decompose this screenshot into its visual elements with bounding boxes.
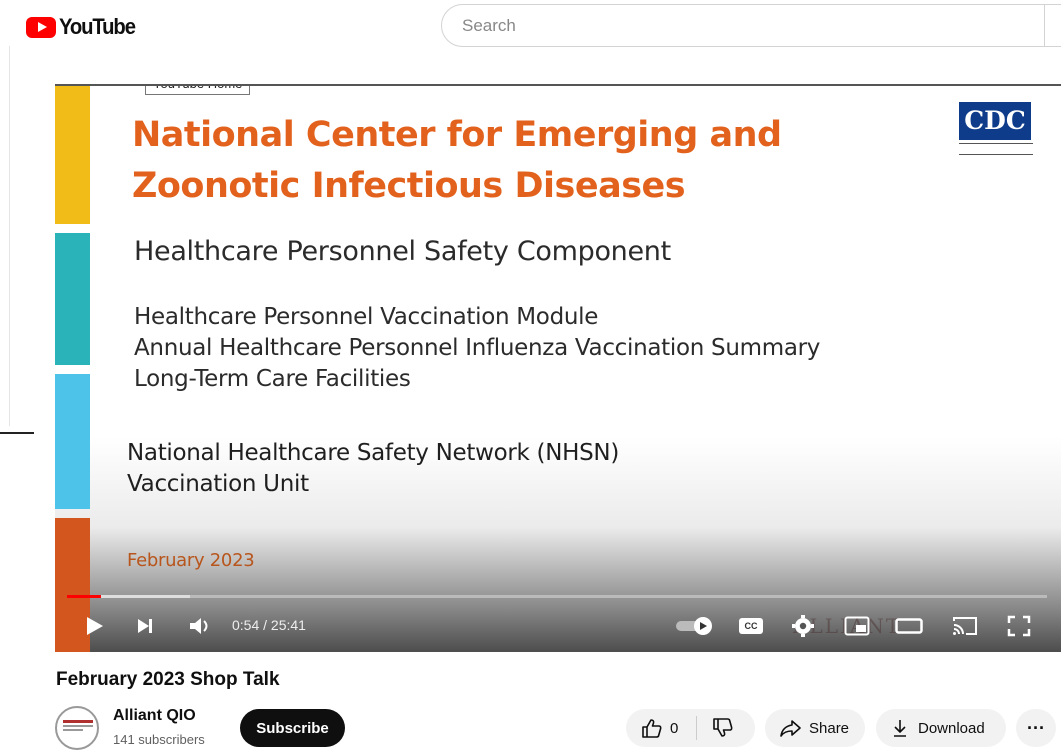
download-icon: [894, 720, 906, 737]
autoplay-toggle-icon: [676, 617, 712, 635]
download-label: Download: [918, 719, 985, 737]
progress-bar[interactable]: [67, 595, 1047, 598]
slide-network-line-1: National Healthcare Safety Network (NHSN…: [127, 440, 620, 466]
youtube-logo-icon: [26, 16, 56, 38]
slide-date: February 2023: [127, 550, 255, 571]
miniplayer-button[interactable]: [837, 606, 877, 646]
video-frame: National Center for Emerging and Zoonoti…: [55, 86, 1061, 652]
slide-title-line-1: National Center for Emerging and: [132, 115, 782, 155]
volume-button[interactable]: [181, 606, 219, 646]
slide-module-line-1: Healthcare Personnel Vaccination Module: [134, 304, 599, 330]
youtube-home-tooltip: YouTube Home: [145, 86, 251, 95]
player-controls: 0:54 / 25:41 CC: [55, 606, 1061, 646]
thumbs-up-icon: [642, 719, 662, 738]
download-button[interactable]: Download: [876, 709, 1006, 747]
slide-title: National Center for Emerging and Zoonoti…: [132, 110, 892, 212]
slide-bar-yellow: [55, 86, 90, 224]
slide-bar-blue: [55, 374, 90, 509]
slide-module: Healthcare Personnel Vaccination Module …: [134, 302, 820, 395]
dislike-button[interactable]: [697, 717, 733, 739]
next-icon: [138, 619, 152, 633]
settings-icon: [792, 615, 814, 637]
miniplayer-icon: [844, 616, 870, 636]
like-dislike-group: 0: [626, 709, 755, 747]
autoplay-toggle[interactable]: [671, 606, 719, 646]
search-divider: [1044, 4, 1045, 47]
next-button[interactable]: [127, 606, 163, 646]
like-button[interactable]: 0: [626, 717, 696, 739]
youtube-logo[interactable]: YouTube: [26, 14, 141, 40]
slide-module-line-3: Long-Term Care Facilities: [134, 366, 411, 392]
thumbs-down-icon: [713, 718, 733, 737]
like-count: 0: [670, 719, 679, 737]
slide-bar-teal: [55, 233, 90, 365]
cdc-logo: CDC: [959, 102, 1033, 155]
captions-icon: CC: [739, 618, 763, 634]
play-icon: [87, 617, 103, 635]
share-button[interactable]: Share: [765, 709, 865, 747]
search-box[interactable]: [441, 4, 1061, 47]
video-player[interactable]: National Center for Emerging and Zoonoti…: [55, 84, 1061, 652]
youtube-logo-text: YouTube: [59, 14, 136, 39]
theater-icon: [895, 618, 923, 634]
settings-button[interactable]: [783, 606, 823, 646]
more-actions-button[interactable]: ···: [1016, 709, 1056, 747]
cdc-logo-mark: CDC: [959, 102, 1031, 140]
fullscreen-icon: [1007, 615, 1031, 637]
channel-avatar-logo: [63, 720, 93, 734]
fullscreen-button[interactable]: [999, 606, 1039, 646]
channel-avatar[interactable]: [55, 706, 99, 750]
slide-component: Healthcare Personnel Safety Component: [134, 236, 671, 267]
theater-mode-button[interactable]: [889, 606, 929, 646]
cast-button[interactable]: [945, 606, 985, 646]
slide-network-line-2: Vaccination Unit: [127, 471, 309, 497]
slide-color-bars: [55, 86, 90, 652]
video-title: February 2023 Shop Talk: [56, 669, 280, 690]
share-label: Share: [809, 719, 850, 737]
subscribe-button[interactable]: Subscribe: [240, 709, 345, 747]
more-icon: ···: [1027, 717, 1045, 738]
page-edge-line: [9, 46, 10, 426]
slide-module-line-2: Annual Healthcare Personnel Influenza Va…: [134, 335, 821, 361]
channel-name[interactable]: Alliant QIO: [113, 707, 196, 725]
slide-title-line-2: Zoonotic Infectious Diseases: [132, 166, 686, 206]
page-edge-tick: [0, 432, 34, 434]
time-display: 0:54 / 25:41: [232, 617, 306, 633]
share-icon: [780, 720, 801, 737]
slide-network: National Healthcare Safety Network (NHSN…: [127, 438, 619, 500]
progress-played: [67, 595, 102, 598]
volume-icon: [190, 618, 208, 634]
cast-icon: [953, 617, 977, 635]
cdc-logo-tagline: [959, 143, 1033, 155]
search-input[interactable]: [460, 14, 1024, 37]
captions-button[interactable]: CC: [731, 606, 771, 646]
play-button[interactable]: [75, 606, 113, 646]
